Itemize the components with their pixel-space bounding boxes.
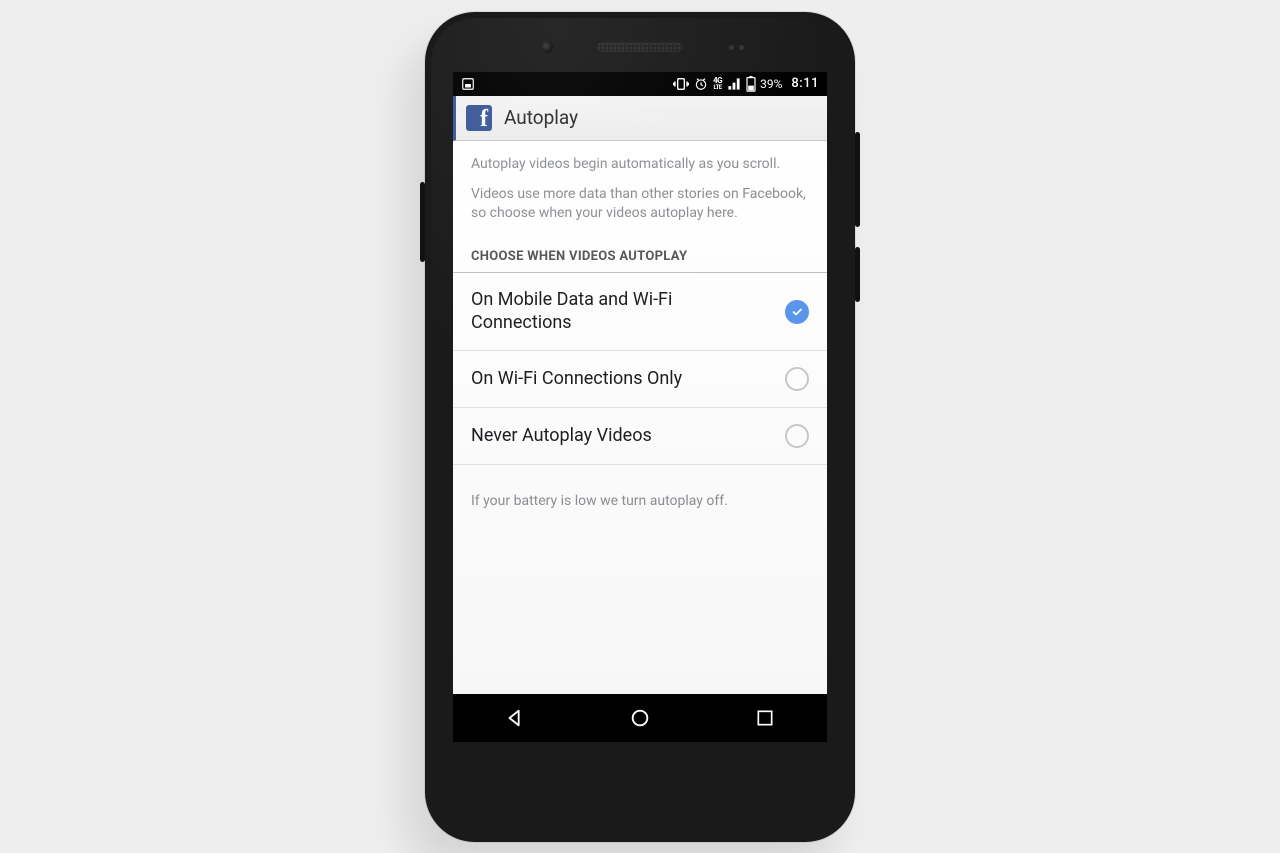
phone-frame: 4G LTE 39% 8 xyxy=(425,12,855,842)
vibrate-icon xyxy=(673,77,689,91)
power-button xyxy=(855,247,860,302)
network-sub-label: LTE xyxy=(714,84,722,91)
description-line-1: Autoplay videos begin automatically as y… xyxy=(471,155,809,174)
status-bar: 4G LTE 39% 8 xyxy=(453,72,827,96)
option-wifi-only[interactable]: On Wi-Fi Connections Only xyxy=(453,351,827,408)
nav-home-button[interactable] xyxy=(605,694,675,742)
radio-unselected[interactable] xyxy=(785,367,809,391)
android-nav-bar xyxy=(453,694,827,742)
stage: 4G LTE 39% 8 xyxy=(0,0,1280,853)
status-bar-left xyxy=(461,77,475,91)
scroll-content[interactable]: Autoplay videos begin automatically as y… xyxy=(453,141,827,694)
network-label: 4G xyxy=(713,77,722,84)
proximity-sensors xyxy=(729,45,745,50)
option-label: On Mobile Data and Wi-Fi Connections xyxy=(471,289,767,334)
check-icon xyxy=(791,306,803,318)
recents-icon xyxy=(755,708,775,728)
battery-icon xyxy=(746,76,756,92)
footnote: If your battery is low we turn autoplay … xyxy=(453,465,827,537)
clock-time: 8:11 xyxy=(791,76,819,91)
nav-back-button[interactable] xyxy=(480,694,550,742)
facebook-logo-icon xyxy=(466,105,492,131)
option-mobile-and-wifi[interactable]: On Mobile Data and Wi-Fi Connections xyxy=(453,273,827,351)
battery-status: 39% xyxy=(746,76,782,92)
radio-unselected[interactable] xyxy=(785,424,809,448)
option-label: Never Autoplay Videos xyxy=(471,425,767,448)
signal-icon xyxy=(727,78,741,90)
back-icon xyxy=(504,707,526,729)
volume-rocker xyxy=(855,132,860,227)
section-header: CHOOSE WHEN VIDEOS AUTOPLAY xyxy=(453,239,827,273)
side-button xyxy=(420,182,425,262)
description: Autoplay videos begin automatically as y… xyxy=(453,141,827,240)
app-content: Autoplay Autoplay videos begin automatic… xyxy=(453,96,827,694)
front-camera xyxy=(541,41,553,53)
alarm-icon xyxy=(694,77,708,91)
screen: 4G LTE 39% 8 xyxy=(453,72,827,742)
screenshot-icon xyxy=(461,77,475,91)
description-line-2: Videos use more data than other stories … xyxy=(471,185,809,223)
home-icon xyxy=(629,707,651,729)
page-title: Autoplay xyxy=(504,106,578,129)
radio-selected[interactable] xyxy=(785,300,809,324)
app-header: Autoplay xyxy=(453,96,827,141)
earpiece-speaker xyxy=(597,42,683,52)
option-never[interactable]: Never Autoplay Videos xyxy=(453,408,827,465)
option-label: On Wi-Fi Connections Only xyxy=(471,368,767,391)
battery-percent: 39% xyxy=(760,77,782,91)
nav-recents-button[interactable] xyxy=(730,694,800,742)
status-bar-right: 4G LTE 39% 8 xyxy=(673,76,819,92)
network-4g-icon: 4G LTE xyxy=(713,77,722,91)
